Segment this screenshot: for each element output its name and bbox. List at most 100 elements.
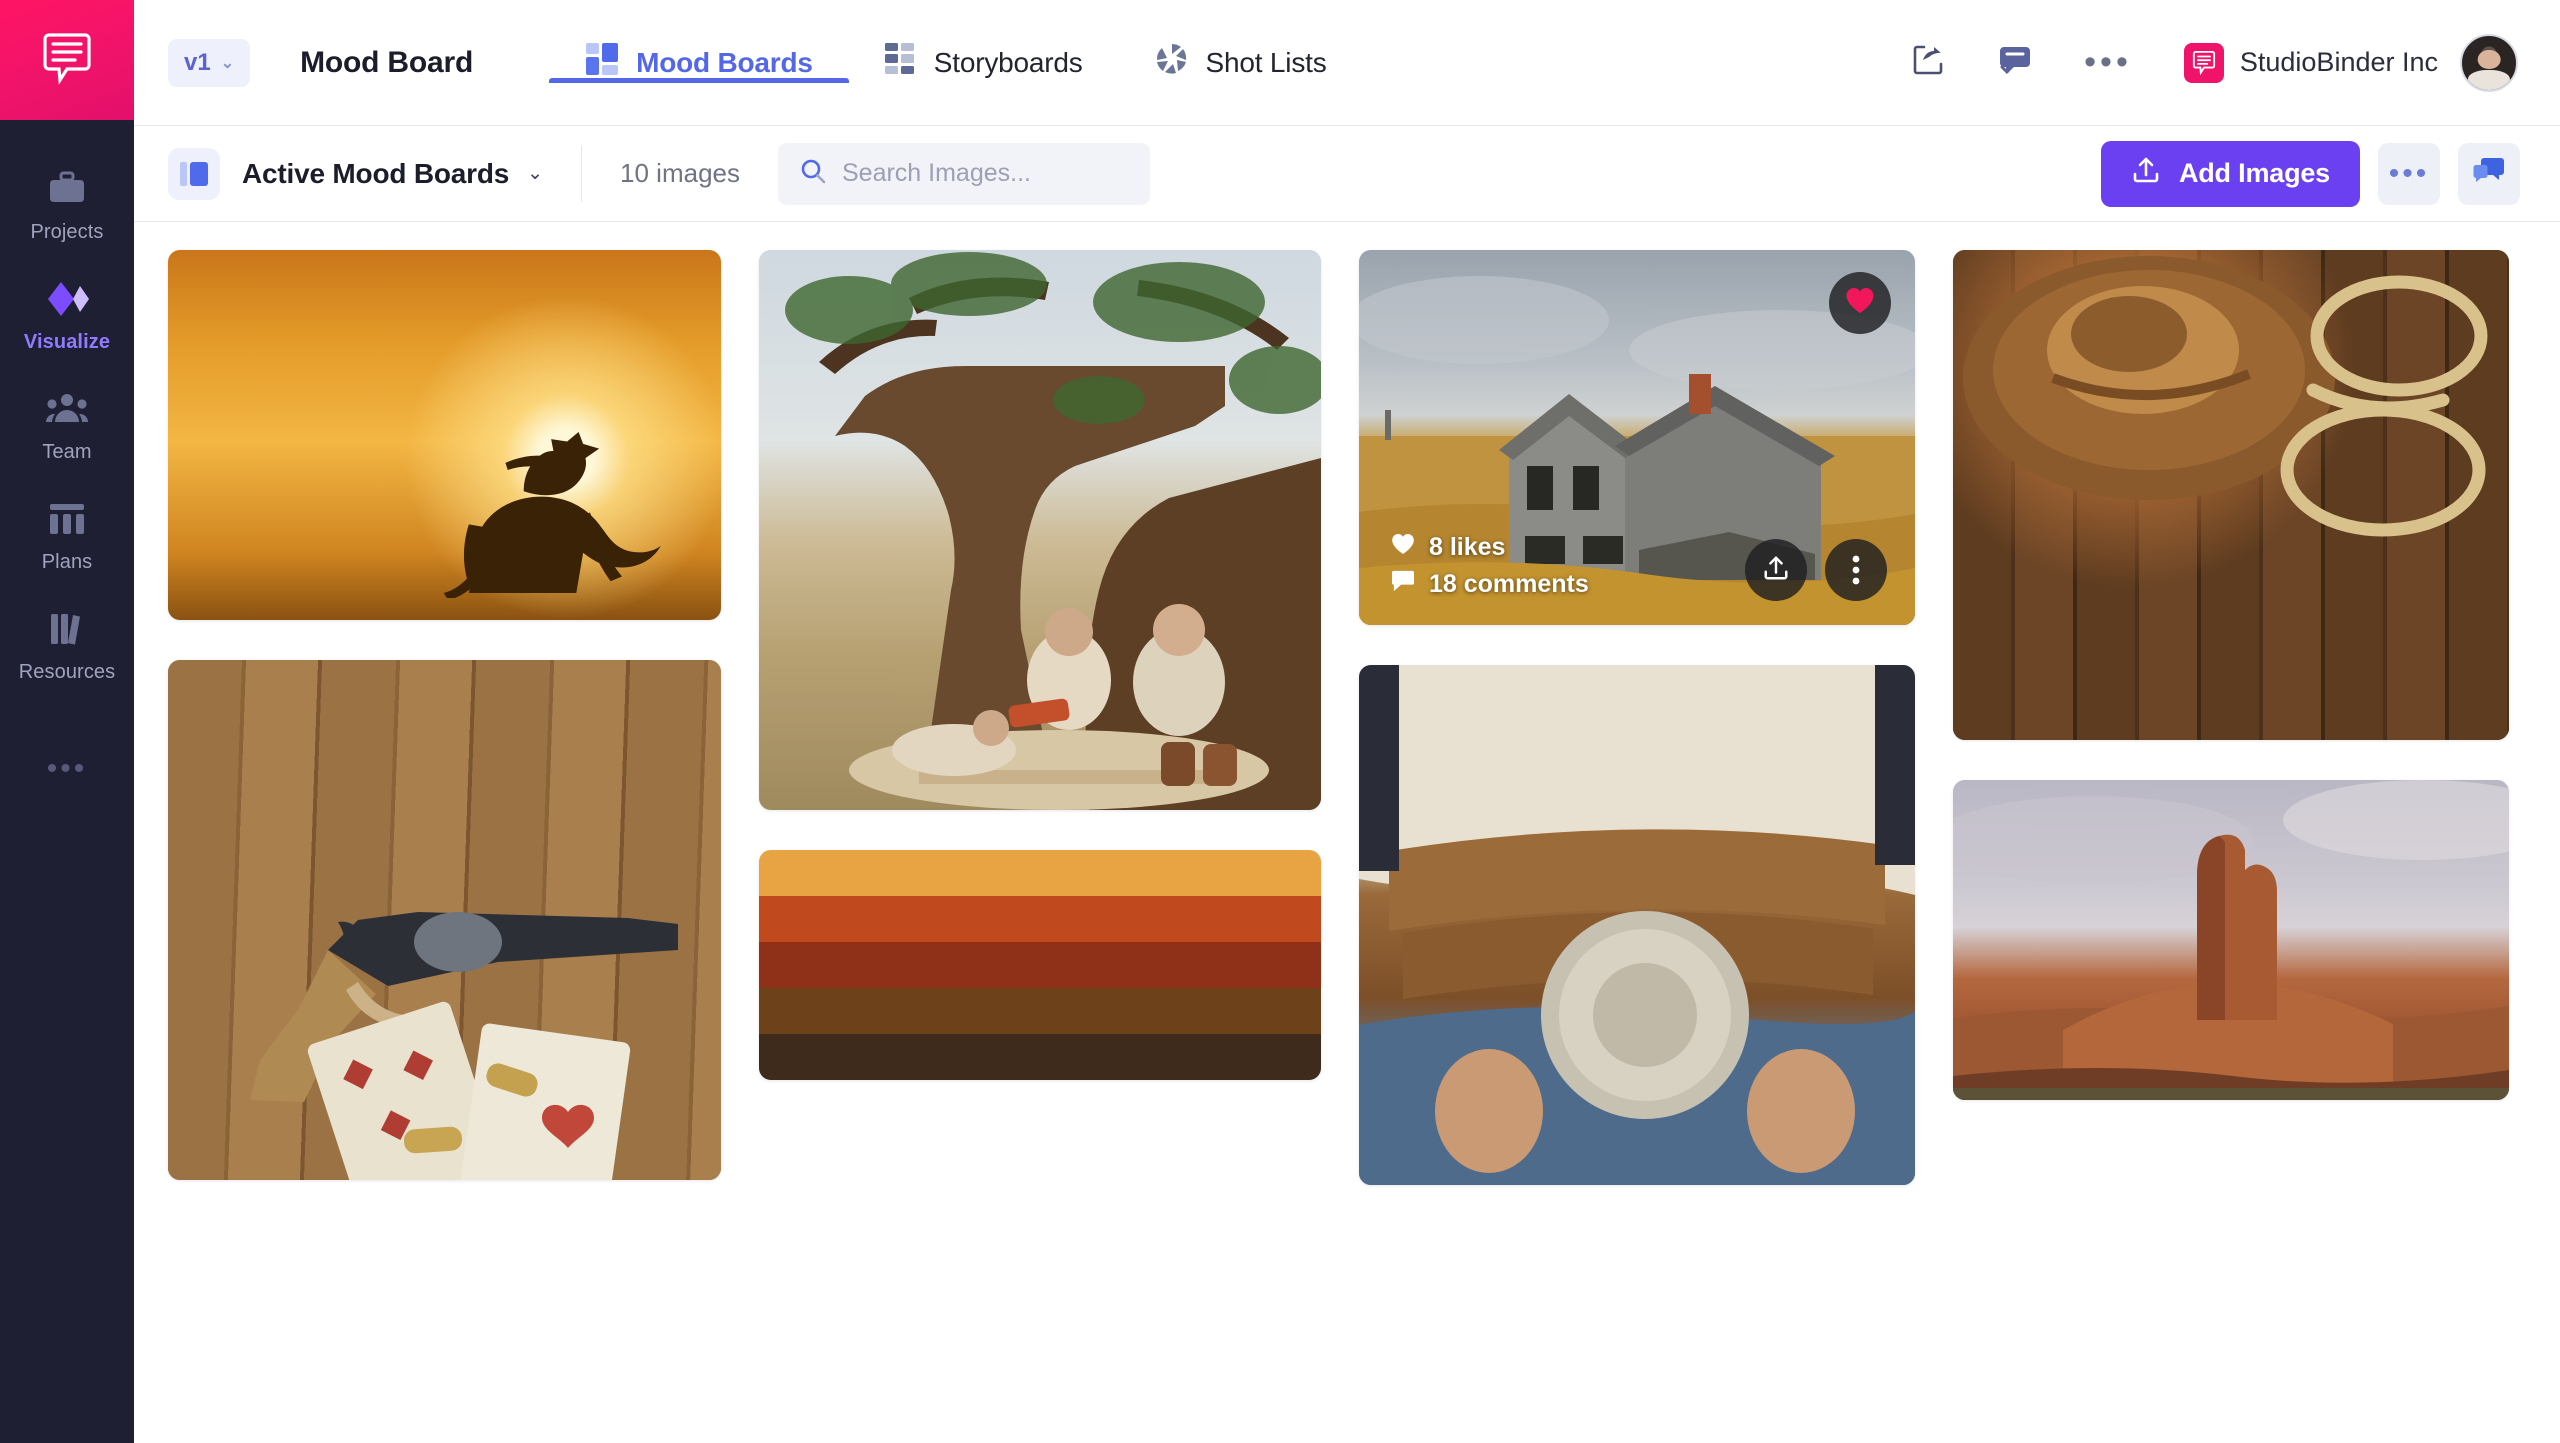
image-card-tree-family[interactable] (759, 250, 1321, 810)
chevron-down-icon: ⌄ (527, 163, 544, 184)
vertical-dots-icon (1852, 555, 1860, 585)
toolbar-actions: Add Images ••• (2100, 140, 2520, 207)
add-images-button[interactable]: Add Images (2100, 140, 2360, 207)
comment-approve-button[interactable] (1972, 44, 2058, 81)
image-card-monument-butte[interactable] (1953, 780, 2509, 1100)
sidebar-item-visualize[interactable]: Visualize (0, 260, 134, 370)
color-palette-swatches (759, 850, 1321, 1080)
sidebar-item-plans[interactable]: Plans (0, 480, 134, 590)
sidebar-nav: Projects Visualize Team Plans Resources … (0, 120, 134, 800)
storyboards-icon (884, 43, 917, 82)
studiobinder-logo-button[interactable] (0, 0, 134, 120)
sidebar-item-team[interactable]: Team (0, 370, 134, 480)
columns-icon (48, 498, 86, 540)
chevron-down-icon: ⌄ (220, 54, 235, 72)
comments-row: 18 comments (1391, 570, 1589, 599)
sidebar-item-label: Plans (41, 551, 93, 573)
grid-column (168, 250, 721, 1180)
mood-board-grid-scroll[interactable]: 8 likes 18 comments (134, 222, 2560, 1443)
board-selector-label: Active Mood Boards (242, 157, 510, 189)
upload-icon (2131, 155, 2161, 192)
image-card-revolver-cards[interactable] (168, 660, 721, 1180)
board-selector[interactable]: Active Mood Boards ⌄ (168, 147, 544, 200)
comments-icon (2473, 156, 2505, 191)
search-input-wrapper[interactable] (778, 142, 1150, 205)
image-card-hat-rope[interactable] (1953, 250, 2509, 740)
sidebar-item-label: Resources (18, 661, 116, 683)
toolbar-more-button[interactable]: ••• (2378, 142, 2440, 205)
speech-bubble-logo-icon (41, 31, 93, 90)
tab-label: Storyboards (933, 46, 1083, 78)
tab-label: Mood Boards (636, 46, 813, 78)
header-right: ••• StudioBinder Inc (1886, 0, 2518, 125)
palette-swatch-3 (759, 942, 1321, 988)
comment-approve-icon (1998, 44, 2032, 81)
grid-column: 8 likes 18 comments (1359, 250, 1915, 1185)
briefcase-icon (48, 168, 86, 210)
version-label: v1 (184, 48, 211, 76)
share-icon (1912, 43, 1946, 82)
people-icon (46, 388, 88, 430)
avatar[interactable] (2460, 33, 2518, 92)
photo-monument-butte (1953, 780, 2509, 1100)
image-card-color-palette[interactable] (759, 850, 1321, 1080)
photo-belt-buckle (1359, 665, 1915, 1185)
header-tabs: Mood Boards Storyboards Shot Lists (549, 42, 1362, 83)
share-image-button[interactable] (1745, 539, 1807, 601)
palette-swatch-4 (759, 988, 1321, 1034)
image-card-belt-buckle[interactable] (1359, 665, 1915, 1185)
mood-board-grid: 8 likes 18 comments (168, 250, 2520, 1185)
image-menu-button[interactable] (1825, 539, 1887, 601)
share-icon (1762, 554, 1790, 587)
heart-icon (1391, 533, 1415, 562)
sidebar-item-projects[interactable]: Projects (0, 150, 134, 260)
header-more-button[interactable]: ••• (2058, 43, 2158, 82)
palette-swatch-1 (759, 850, 1321, 896)
shot-lists-icon (1155, 42, 1189, 83)
mood-boards-icon (585, 42, 619, 83)
photo-revolver-cards (168, 660, 721, 1180)
sidebar-item-label: Projects (30, 221, 104, 243)
palette-swatch-5 (759, 1034, 1321, 1080)
board-view-icon (168, 147, 220, 200)
tab-storyboards[interactable]: Storyboards (849, 42, 1119, 83)
search-input[interactable] (842, 159, 1128, 188)
toolbar-comments-button[interactable] (2458, 142, 2520, 205)
organization-name: StudioBinder Inc (2239, 47, 2438, 77)
more-options-icon: ••• (46, 752, 88, 785)
likes-row: 8 likes (1391, 533, 1589, 562)
image-overlay-actions (1745, 539, 1887, 601)
photo-cowboy-sunset (168, 250, 721, 620)
books-icon (48, 608, 86, 650)
grid-column (759, 250, 1321, 1080)
app-header: v1 ⌄ Mood Board Mood Boards Storyboards … (134, 0, 2560, 126)
more-options-icon: ••• (2388, 156, 2430, 190)
comment-icon (1391, 570, 1415, 599)
main-area: v1 ⌄ Mood Board Mood Boards Storyboards … (134, 0, 2560, 1443)
photo-tree-family (759, 250, 1321, 810)
more-options-icon: ••• (2084, 43, 2132, 82)
tab-label: Shot Lists (1205, 46, 1327, 78)
organization-switcher[interactable]: StudioBinder Inc (2183, 42, 2438, 83)
share-button[interactable] (1886, 43, 1972, 82)
tab-shot-lists[interactable]: Shot Lists (1119, 42, 1363, 83)
studiobinder-logo-icon (2183, 42, 2224, 83)
add-images-label: Add Images (2178, 158, 2330, 188)
sidebar-item-resources[interactable]: Resources (0, 590, 134, 700)
image-count-label: 10 images (620, 158, 740, 188)
like-button[interactable] (1829, 272, 1891, 334)
image-card-cowboy-sunset[interactable] (168, 250, 721, 620)
header-left: v1 ⌄ Mood Board Mood Boards Storyboards … (168, 0, 1363, 125)
heart-icon (1845, 287, 1875, 319)
image-stats: 8 likes 18 comments (1391, 533, 1589, 599)
diamonds-icon (44, 278, 90, 320)
comments-count: 18 comments (1429, 570, 1589, 598)
page-title: Mood Board (300, 45, 474, 79)
image-card-abandoned-house[interactable]: 8 likes 18 comments (1359, 250, 1915, 625)
sidebar-more-button[interactable]: ••• (0, 700, 134, 800)
app-root: Projects Visualize Team Plans Resources … (0, 0, 2560, 1443)
version-selector[interactable]: v1 ⌄ (168, 38, 251, 87)
tab-mood-boards[interactable]: Mood Boards (549, 42, 849, 83)
sidebar: Projects Visualize Team Plans Resources … (0, 0, 134, 1443)
toolbar-divider (581, 145, 583, 202)
